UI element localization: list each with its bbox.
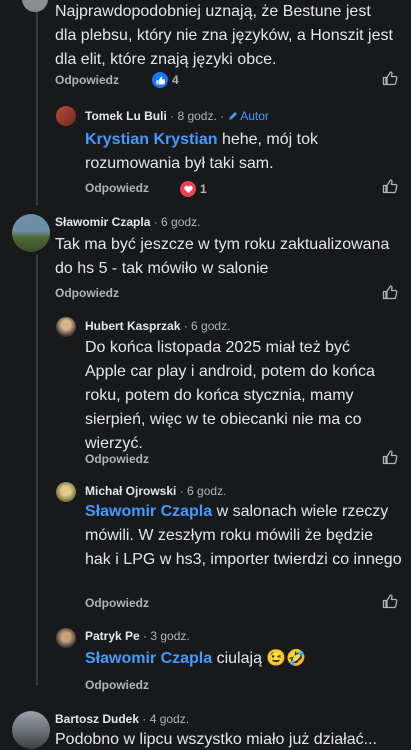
comment-header: Bartosz Dudek · 4 godz.	[55, 712, 189, 726]
avatar[interactable]	[56, 106, 76, 126]
comment-text: Najprawdopodobniej uznają, że Bestune je…	[55, 3, 393, 68]
thumbs-up-icon[interactable]	[382, 449, 398, 465]
mention-link[interactable]: Sławomir Czapla	[85, 650, 212, 667]
comment-header: Hubert Kasprzak · 6 godz.	[85, 319, 230, 333]
reply-button[interactable]: Odpowiedz	[55, 73, 119, 87]
comment-header: Tomek Lu Buli · 8 godz. · Autor	[85, 109, 269, 123]
comment-header: Michał Ojrowski · 6 godz.	[85, 484, 226, 498]
mention-link[interactable]: Sławomir Czapla	[85, 503, 212, 520]
author-name[interactable]: Tomek Lu Buli	[85, 109, 167, 123]
reply-button[interactable]: Odpowiedz	[85, 678, 149, 692]
avatar[interactable]	[56, 482, 76, 502]
timestamp[interactable]: · 4 godz.	[142, 712, 189, 726]
thumbs-up-icon[interactable]	[382, 593, 398, 609]
author-badge: Autor	[228, 109, 269, 123]
comment-header: Patryk Pe · 3 godz.	[85, 629, 190, 643]
comment-text: Sławomir Czapla ciulają 😉🤣	[85, 650, 307, 667]
author-name[interactable]: Patryk Pe	[85, 629, 140, 643]
comment-text: Krystian Krystian hehe, mój tok rozumowa…	[85, 131, 318, 172]
comment-text: Sławomir Czapla w salonach wiele rzeczy …	[85, 503, 402, 568]
reply-button[interactable]: Odpowiedz	[85, 452, 149, 466]
avatar[interactable]	[22, 0, 48, 12]
pencil-icon	[228, 112, 237, 120]
thumbs-up-icon[interactable]	[382, 178, 398, 194]
reply-button[interactable]: Odpowiedz	[55, 286, 119, 300]
avatar[interactable]	[12, 711, 50, 749]
reaction-count[interactable]: 4	[152, 72, 179, 88]
author-name[interactable]: Sławomir Czapla	[55, 215, 150, 229]
timestamp[interactable]: · 6 godz.	[184, 319, 231, 333]
love-icon	[180, 181, 196, 197]
reply-button[interactable]: Odpowiedz	[85, 596, 149, 610]
thread-line	[36, 255, 38, 685]
thumbs-up-icon[interactable]	[382, 284, 398, 300]
like-icon	[152, 72, 168, 88]
thumbs-up-icon[interactable]	[382, 70, 398, 86]
mention-link[interactable]: Krystian Krystian	[85, 131, 218, 148]
author-name[interactable]: Michał Ojrowski	[85, 484, 176, 498]
thread-line	[36, 0, 38, 205]
author-name[interactable]: Bartosz Dudek	[55, 712, 139, 726]
reaction-count[interactable]: 1	[180, 181, 207, 197]
comment-text: Tak ma być jeszcze w tym roku zaktualizo…	[55, 236, 390, 277]
avatar[interactable]	[56, 628, 76, 648]
comment-header: Sławomir Czapla · 6 godz.	[55, 215, 200, 229]
timestamp[interactable]: · 3 godz.	[143, 629, 190, 643]
timestamp[interactable]: · 6 godz.	[154, 215, 201, 229]
avatar[interactable]	[12, 214, 50, 252]
timestamp[interactable]: · 6 godz.	[180, 484, 227, 498]
author-name[interactable]: Hubert Kasprzak	[85, 319, 180, 333]
reply-button[interactable]: Odpowiedz	[85, 181, 149, 195]
avatar[interactable]	[56, 317, 76, 337]
comment-text: Do końca listopada 2025 miał też być App…	[85, 339, 375, 452]
timestamp[interactable]: · 8 godz.	[170, 109, 217, 123]
comment-text: Podobno w lipcu wszystko miało już dział…	[55, 731, 377, 748]
